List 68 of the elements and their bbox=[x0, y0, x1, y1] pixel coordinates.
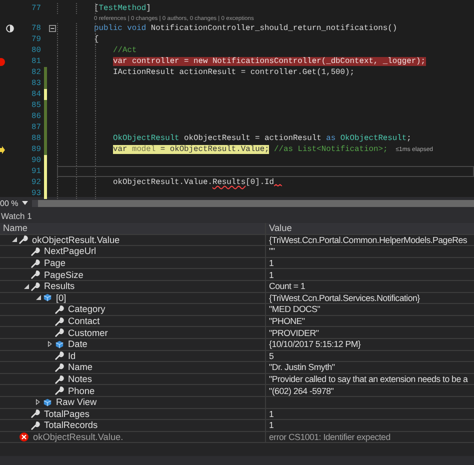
watch-name: okObjectResult.Value bbox=[32, 234, 120, 245]
code-editor[interactable] bbox=[0, 0, 474, 197]
half-circle-icon[interactable] bbox=[6, 24, 14, 33]
watch-name: Notes bbox=[68, 374, 92, 384]
expanded-arrow-icon[interactable] bbox=[24, 284, 28, 289]
watch-name: TotalPages bbox=[44, 408, 90, 419]
watch-value: 1 bbox=[269, 420, 274, 430]
watch-name: NextPageUrl bbox=[44, 246, 96, 256]
watch-name: [0] bbox=[56, 292, 66, 303]
watch-name: Date bbox=[68, 339, 88, 350]
watch-value: 1 bbox=[269, 270, 274, 280]
wrench-icon bbox=[55, 351, 64, 360]
dropdown-caret-icon[interactable] bbox=[22, 201, 28, 205]
column-header[interactable]: Name bbox=[0, 223, 266, 234]
watch-value: {10/10/2017 5:15:12 PM} bbox=[269, 339, 361, 350]
watch-name: Phone bbox=[68, 386, 95, 396]
panel-title: Watch 1 bbox=[1, 211, 32, 221]
watch-value: 5 bbox=[269, 350, 274, 361]
watch-value: "Dr. Justin Smyth" bbox=[269, 362, 335, 372]
watch-name: Category bbox=[68, 304, 106, 314]
watch-name: Name bbox=[68, 362, 93, 372]
watch-value: "(602) 264 -5978" bbox=[269, 386, 334, 396]
cube-icon bbox=[55, 340, 64, 349]
wrench-icon bbox=[19, 235, 28, 244]
watch-value: error CS1001: Identifier expected bbox=[269, 432, 390, 442]
watch-name: Contact bbox=[68, 316, 100, 326]
watch-value: Count = 1 bbox=[269, 281, 306, 292]
wrench-icon bbox=[31, 282, 40, 291]
wrench-icon bbox=[55, 374, 64, 384]
collapsed-arrow-icon[interactable] bbox=[48, 341, 52, 348]
watch-value: {TriWest.Ccn.Portal.Common.HelperModels.PageRes bbox=[269, 234, 467, 245]
watch-value: "PROVIDER" bbox=[269, 328, 319, 338]
watch-value: 1 bbox=[269, 258, 274, 268]
wrench-icon bbox=[31, 246, 40, 256]
collapsed-arrow-icon[interactable] bbox=[36, 399, 40, 406]
wrench-icon bbox=[31, 420, 40, 430]
current-statement-arrow-icon bbox=[0, 146, 5, 154]
watch-value: "MED DOCS" bbox=[269, 304, 320, 314]
watch-value: 1 bbox=[269, 408, 274, 419]
expanded-arrow-icon[interactable] bbox=[36, 295, 40, 300]
wrench-icon bbox=[31, 409, 40, 418]
zoom-level-dropdown[interactable]: 00 % bbox=[0, 198, 18, 208]
wrench-icon bbox=[55, 386, 64, 396]
watch-value: "Provider called to say that an extension needs to be a bbox=[269, 374, 468, 384]
watch-name: TotalRecords bbox=[44, 420, 98, 430]
wrench-icon bbox=[55, 316, 64, 326]
horizontal-scrollbar[interactable] bbox=[32, 200, 474, 206]
watch-name: Page bbox=[44, 258, 66, 268]
cube-icon bbox=[43, 398, 52, 407]
wrench-icon bbox=[31, 258, 40, 268]
expanded-arrow-icon[interactable] bbox=[12, 237, 16, 242]
watch-name: Results bbox=[44, 281, 75, 292]
watch-name: PageSize bbox=[44, 270, 84, 280]
watch-value: "PHONE" bbox=[269, 316, 305, 326]
wrench-icon bbox=[55, 328, 64, 338]
watch-value: {TriWest.Ccn.Portal.Services.Notification} bbox=[269, 292, 420, 303]
wrench-icon bbox=[55, 304, 64, 314]
watch-name: okObjectResult.Value. bbox=[33, 432, 124, 442]
error-icon bbox=[19, 432, 29, 442]
watch-name: Id bbox=[68, 350, 76, 361]
column-header[interactable]: Value bbox=[266, 223, 474, 234]
watch-name: Raw View bbox=[56, 397, 97, 408]
watch-name: Customer bbox=[68, 328, 108, 338]
watch-value: "" bbox=[269, 246, 275, 256]
wrench-icon bbox=[55, 362, 64, 372]
cube-icon bbox=[43, 293, 52, 302]
collapse-icon[interactable] bbox=[49, 25, 56, 32]
wrench-icon bbox=[31, 270, 40, 280]
